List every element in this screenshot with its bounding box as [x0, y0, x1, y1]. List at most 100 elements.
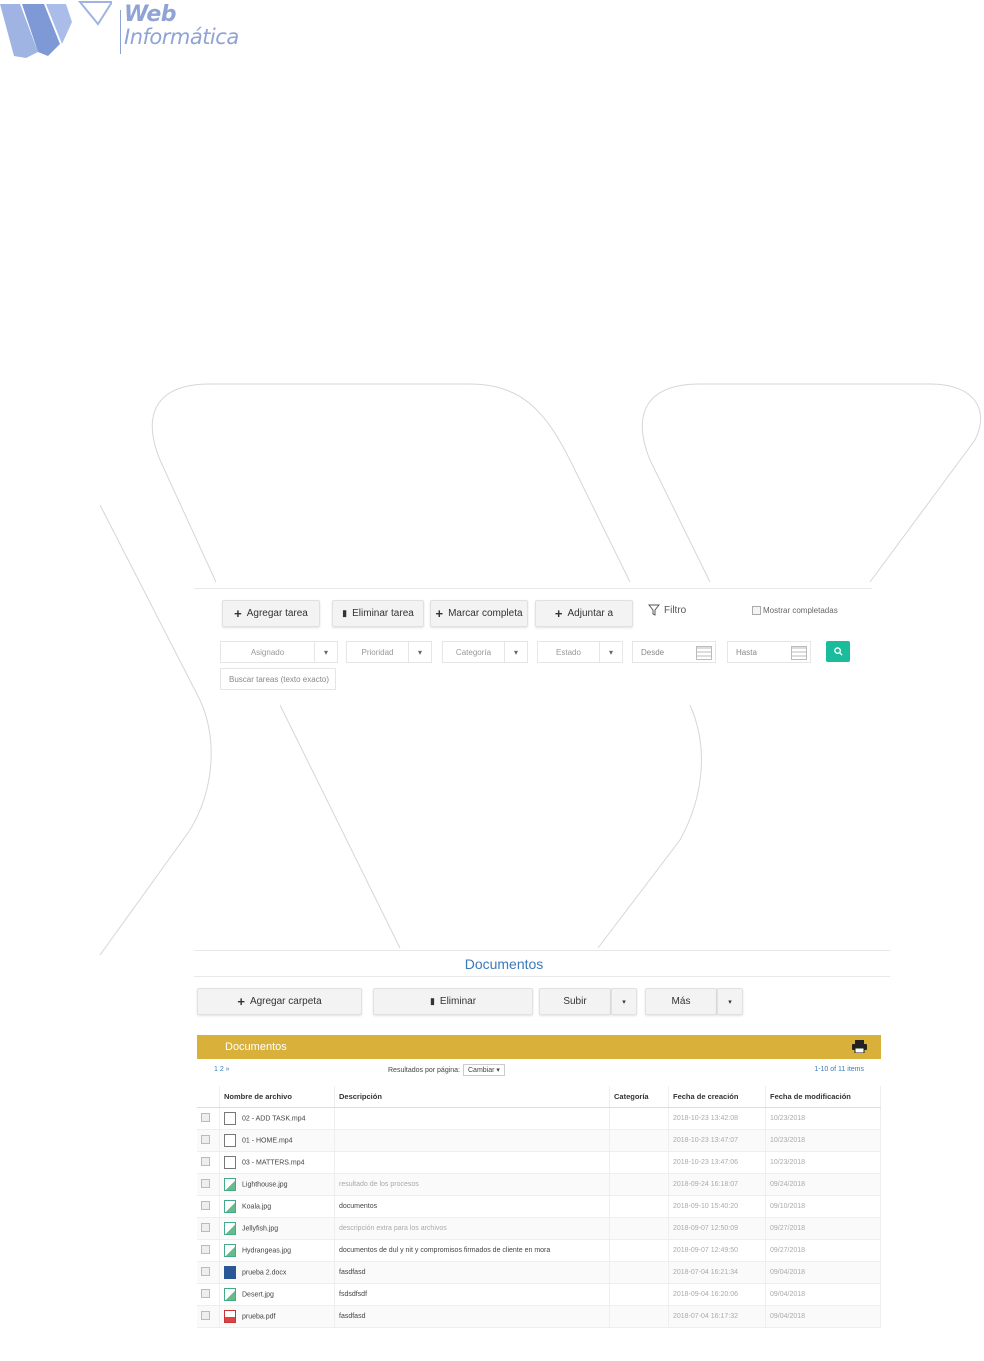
row-checkbox[interactable] — [201, 1245, 210, 1254]
filename[interactable]: 03 - MATTERS.mp4 — [242, 1159, 305, 1166]
status-select[interactable]: Estado ▾ — [537, 641, 623, 663]
description-cell — [334, 1129, 610, 1152]
filename-cell[interactable]: 01 - HOME.mp4 — [219, 1129, 335, 1152]
column-header-description[interactable]: Descripción — [334, 1086, 610, 1108]
filename[interactable]: prueba 2.docx — [242, 1269, 286, 1276]
pagination-links[interactable]: 1 2 » — [214, 1066, 230, 1073]
table-row[interactable]: Desert.jpg fsdsdfsdf 2018-09-04 16:20:06 09… — [197, 1283, 881, 1306]
column-header-filename[interactable]: Nombre de archivo — [219, 1086, 335, 1108]
video-file-icon — [224, 1134, 236, 1147]
category-cell — [609, 1151, 669, 1174]
column-header-modified[interactable]: Fecha de modificación — [765, 1086, 881, 1108]
select-column-header — [197, 1086, 220, 1108]
description-cell: documentos — [334, 1195, 610, 1218]
more-button[interactable]: Más — [645, 988, 717, 1015]
upload-dropdown-toggle[interactable]: ▾ — [611, 988, 637, 1015]
created-date: 2018-10-23 13:42:08 — [673, 1115, 738, 1122]
chevron-down-icon: ▾ — [408, 642, 431, 662]
row-checkbox[interactable] — [201, 1267, 210, 1276]
filename-cell[interactable]: prueba.pdf — [219, 1305, 335, 1328]
row-select-cell — [197, 1305, 220, 1328]
row-select-cell — [197, 1173, 220, 1196]
created-cell: 2018-09-04 16:20:06 — [668, 1283, 766, 1306]
printer-icon[interactable] — [852, 1040, 867, 1053]
filename[interactable]: Koala.jpg — [242, 1203, 271, 1210]
pagination[interactable]: 1 2 » — [214, 1066, 230, 1073]
row-checkbox[interactable] — [201, 1223, 210, 1232]
description-cell — [334, 1107, 610, 1130]
modified-date: 10/23/2018 — [770, 1137, 806, 1144]
description-cell: fasdfasd — [334, 1305, 610, 1328]
table-row[interactable]: 02 - ADD TASK.mp4 2018-10-23 13:42:08 10/2… — [197, 1107, 881, 1130]
row-checkbox[interactable] — [201, 1135, 210, 1144]
table-header-row: Nombre de archivo Descripción Categoría … — [197, 1086, 881, 1108]
row-checkbox[interactable] — [201, 1289, 210, 1298]
attach-to-button[interactable]: + Adjuntar a — [535, 600, 633, 627]
tasks-panel-divider — [194, 588, 872, 589]
priority-select[interactable]: Prioridad ▾ — [346, 641, 432, 663]
calendar-icon[interactable] — [696, 646, 712, 660]
row-checkbox[interactable] — [201, 1179, 210, 1188]
row-checkbox[interactable] — [201, 1201, 210, 1210]
pdf-file-icon — [224, 1310, 236, 1323]
more-dropdown-toggle[interactable]: ▾ — [717, 988, 743, 1015]
filter-toggle[interactable]: Filtro — [648, 604, 686, 616]
results-per-page-select[interactable]: Cambiar ▾ — [463, 1064, 505, 1076]
show-completed-checkbox[interactable] — [752, 606, 761, 615]
add-folder-button[interactable]: + Agregar carpeta — [197, 988, 362, 1015]
table-row[interactable]: 03 - MATTERS.mp4 2018-10-23 13:47:06 10/23… — [197, 1151, 881, 1174]
column-header-created[interactable]: Fecha de creación — [668, 1086, 766, 1108]
delete-task-button[interactable]: ▮ Eliminar tarea — [332, 600, 424, 627]
filename[interactable]: Jellyfish.jpg — [242, 1225, 278, 1232]
description-cell: descripción extra para los archivos — [334, 1217, 610, 1240]
show-completed-label: Mostrar completadas — [763, 606, 838, 615]
filename[interactable]: Hydrangeas.jpg — [242, 1247, 291, 1254]
table-row[interactable]: Koala.jpg documentos 2018-09-10 15:40:20 09… — [197, 1195, 881, 1218]
upload-button[interactable]: Subir — [539, 988, 611, 1015]
calendar-icon[interactable] — [791, 646, 807, 660]
filename[interactable]: prueba.pdf — [242, 1313, 275, 1320]
filename-cell[interactable]: Desert.jpg — [219, 1283, 335, 1306]
table-row[interactable]: Hydrangeas.jpg documentos de dul y nit y … — [197, 1239, 881, 1262]
category-cell — [609, 1173, 669, 1196]
delete-document-button[interactable]: ▮ Eliminar — [373, 988, 533, 1015]
description-cell: fasdfasd — [334, 1261, 610, 1284]
row-checkbox[interactable] — [201, 1157, 210, 1166]
row-select-cell — [197, 1261, 220, 1284]
row-checkbox[interactable] — [201, 1113, 210, 1122]
task-search-input[interactable]: Buscar tareas (texto exacto) — [220, 668, 336, 690]
table-row[interactable]: prueba 2.docx fasdfasd 2018-07-04 16:21:34… — [197, 1261, 881, 1284]
filename-cell[interactable]: Lighthouse.jpg — [219, 1173, 335, 1196]
table-row[interactable]: prueba.pdf fasdfasd 2018-07-04 16:17:32 09/… — [197, 1305, 881, 1328]
assigned-select[interactable]: Asignado ▾ — [220, 641, 338, 663]
filename-cell[interactable]: prueba 2.docx — [219, 1261, 335, 1284]
delete-task-label: Eliminar tarea — [352, 608, 414, 619]
created-date: 2018-09-07 12:50:09 — [673, 1225, 738, 1232]
date-to-input[interactable]: Hasta — [727, 641, 811, 663]
filename[interactable]: 02 - ADD TASK.mp4 — [242, 1115, 306, 1122]
row-select-cell — [197, 1107, 220, 1130]
modified-date: 09/04/2018 — [770, 1269, 806, 1276]
category-select[interactable]: Categoría ▾ — [442, 641, 528, 663]
table-row[interactable]: 01 - HOME.mp4 2018-10-23 13:47:07 10/23/20… — [197, 1129, 881, 1152]
search-button[interactable] — [826, 641, 850, 662]
column-header-category[interactable]: Categoría — [609, 1086, 669, 1108]
table-row[interactable]: Lighthouse.jpg resultado de los procesos 2… — [197, 1173, 881, 1196]
filename-cell[interactable]: Hydrangeas.jpg — [219, 1239, 335, 1262]
filename[interactable]: Desert.jpg — [242, 1291, 274, 1298]
search-icon — [833, 647, 843, 656]
filename[interactable]: Lighthouse.jpg — [242, 1181, 288, 1188]
documents-top-divider — [194, 950, 890, 951]
filename[interactable]: 01 - HOME.mp4 — [242, 1137, 293, 1144]
filename-cell[interactable]: 03 - MATTERS.mp4 — [219, 1151, 335, 1174]
date-from-input[interactable]: Desde — [632, 641, 716, 663]
created-date: 2018-07-04 16:17:32 — [673, 1313, 738, 1320]
mark-complete-button[interactable]: + Marcar completa — [430, 600, 528, 627]
filename-cell[interactable]: Koala.jpg — [219, 1195, 335, 1218]
filename-cell[interactable]: Jellyfish.jpg — [219, 1217, 335, 1240]
logo-line2: Informática — [124, 25, 239, 49]
add-task-button[interactable]: + Agregar tarea — [222, 600, 320, 627]
filename-cell[interactable]: 02 - ADD TASK.mp4 — [219, 1107, 335, 1130]
table-row[interactable]: Jellyfish.jpg descripción extra para los … — [197, 1217, 881, 1240]
row-checkbox[interactable] — [201, 1311, 210, 1320]
